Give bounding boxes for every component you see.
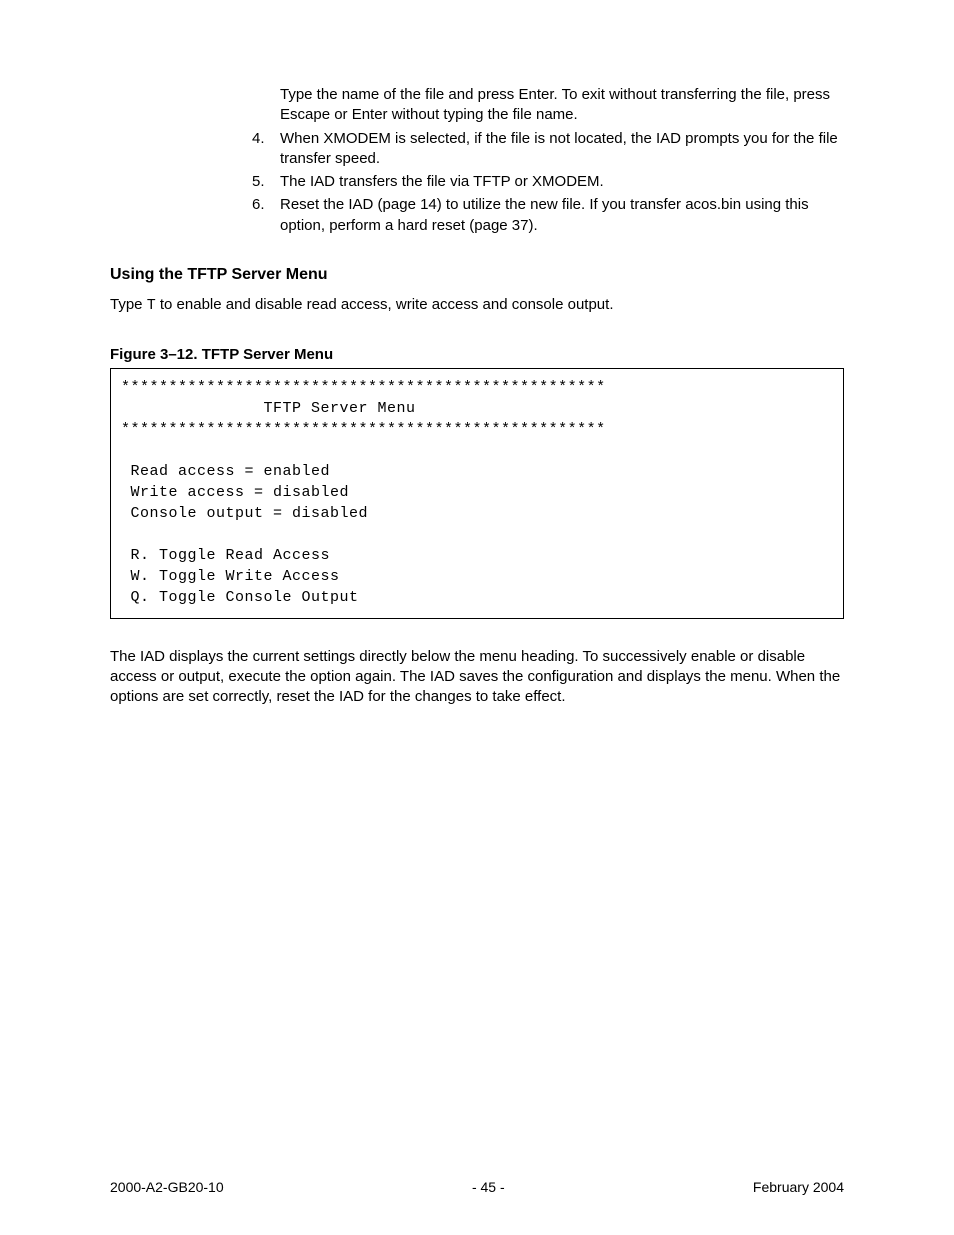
list-item: 5. The IAD transfers the file via TFTP o… (252, 172, 839, 192)
list-text: The IAD transfers the file via TFTP or X… (280, 172, 839, 192)
page-content: Type the name of the file and press Ente… (110, 85, 844, 708)
intro-paragraph: Type the name of the file and press Ente… (280, 85, 839, 126)
list-number: 4. (252, 129, 280, 170)
section-paragraph: Type T to enable and disable read access… (110, 295, 844, 316)
list-text: Reset the IAD (page 14) to utilize the n… (280, 195, 839, 236)
section-heading: Using the TFTP Server Menu (110, 264, 844, 286)
list-number: 5. (252, 172, 280, 192)
footer-right: February 2004 (753, 1178, 844, 1197)
text-prefix: Type (110, 296, 147, 313)
list-item: 6. Reset the IAD (page 14) to utilize th… (252, 195, 839, 236)
post-figure-paragraph: The IAD displays the current settings di… (110, 647, 844, 708)
list-number: 6. (252, 195, 280, 236)
footer-center: - 45 - (472, 1178, 505, 1197)
mono-key: T (147, 297, 156, 314)
text-suffix: to enable and disable read access, write… (156, 296, 614, 313)
page-footer: 2000-A2-GB20-10 - 45 - February 2004 (110, 1178, 844, 1197)
footer-left: 2000-A2-GB20-10 (110, 1178, 224, 1197)
figure-caption: Figure 3–12. TFTP Server Menu (110, 345, 844, 365)
list-text: When XMODEM is selected, if the file is … (280, 129, 839, 170)
numbered-steps: 4. When XMODEM is selected, if the file … (252, 129, 839, 236)
list-item: 4. When XMODEM is selected, if the file … (252, 129, 839, 170)
main-content: Type the name of the file and press Ente… (280, 85, 839, 236)
figure-box: ****************************************… (110, 368, 844, 619)
